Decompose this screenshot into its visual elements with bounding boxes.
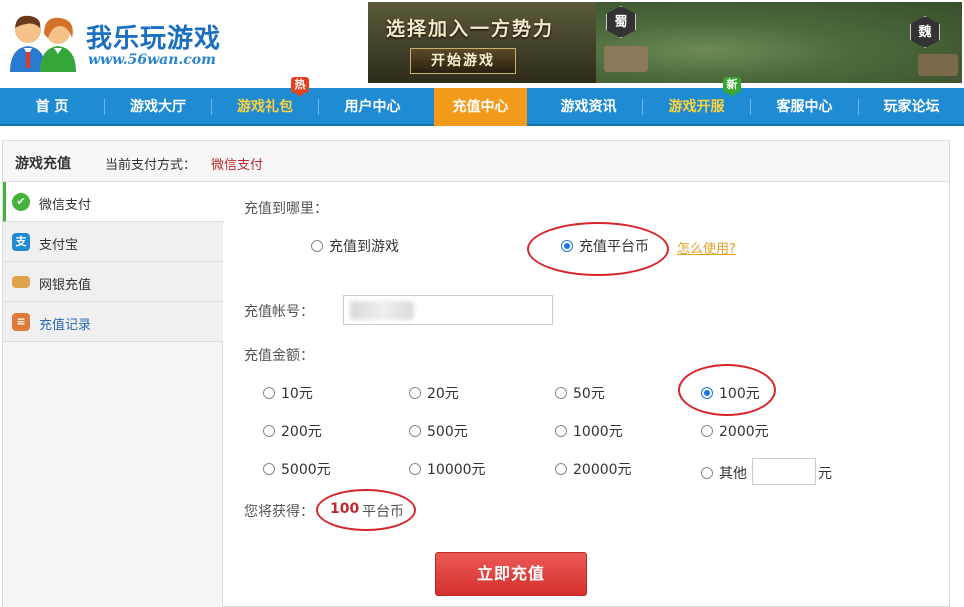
other-amount-input[interactable]	[752, 458, 816, 485]
nav-player-forum[interactable]: 玩家论坛	[859, 88, 964, 126]
radio-button[interactable]	[555, 387, 567, 399]
nav-recharge-center[interactable]: 充值中心	[434, 88, 527, 126]
alipay-icon: 支	[12, 233, 30, 251]
annotation-circle	[678, 364, 776, 416]
amount-option[interactable]: 10000元	[409, 459, 486, 479]
radio-button[interactable]	[701, 425, 713, 437]
radio-label: 5000元	[281, 462, 331, 478]
page-root: 我乐玩游戏 www.56wan.com 选择加入一方势力 开始游戏 蜀 魏 首 …	[0, 0, 964, 607]
sidebar-item-label: 充值记录	[39, 318, 92, 333]
radio-button[interactable]	[409, 463, 421, 475]
redacted-account-value	[350, 301, 414, 320]
sidebar-item-label: 网银充值	[39, 278, 92, 293]
hot-badge: 热	[291, 77, 309, 97]
amount-option[interactable]: 200元	[263, 421, 322, 441]
radio-label: 10元	[281, 386, 313, 402]
radio-label: 2000元	[719, 424, 769, 440]
radio-button[interactable]	[409, 387, 421, 399]
amount-label: 充值金额：	[244, 348, 314, 364]
site-header: 我乐玩游戏 www.56wan.com 选择加入一方势力 开始游戏 蜀 魏	[0, 0, 964, 88]
other-amount-unit: 元	[818, 466, 832, 482]
amount-option[interactable]: 2000元	[701, 421, 769, 441]
account-label: 充值帐号：	[244, 304, 314, 320]
radio-button[interactable]	[555, 425, 567, 437]
brand-name: 我乐玩游戏	[86, 24, 222, 54]
checkmark-icon: ✔	[12, 193, 30, 211]
amount-option[interactable]: 10元	[263, 383, 313, 403]
amount-option[interactable]: 5000元	[263, 459, 331, 479]
how-to-use-link[interactable]: 怎么使用?	[677, 238, 736, 257]
site-logo[interactable]: 我乐玩游戏 www.56wan.com	[6, 8, 246, 76]
nav-game-news[interactable]: 游戏资讯	[535, 88, 642, 126]
city-icon	[918, 54, 958, 76]
amount-option[interactable]: 20元	[409, 383, 459, 403]
radio-button[interactable]	[263, 387, 275, 399]
radio-label: 充值到游戏	[329, 239, 399, 255]
radio-label: 50元	[573, 386, 605, 402]
game-banner[interactable]: 选择加入一方势力 开始游戏 蜀 魏	[368, 2, 962, 83]
amount-option[interactable]: 50元	[555, 383, 605, 403]
radio-button[interactable]	[701, 467, 713, 479]
payment-method-label: 当前支付方式：	[105, 158, 197, 173]
start-game-button[interactable]: 开始游戏	[410, 48, 516, 74]
payment-method-value: 微信支付	[211, 158, 264, 173]
main-nav: 首 页 游戏大厅 游戏礼包 用户中心 充值中心 游戏资讯 游戏开服 客服中心 玩…	[0, 88, 964, 126]
city-icon	[604, 46, 648, 72]
nav-user-center[interactable]: 用户中心	[319, 88, 426, 126]
account-input[interactable]	[343, 295, 553, 325]
target-option-game[interactable]: 充值到游戏	[311, 236, 399, 256]
annotation-circle	[527, 222, 669, 276]
radio-button[interactable]	[409, 425, 421, 437]
banner-slogan: 选择加入一方势力	[386, 18, 555, 40]
recharge-now-button[interactable]: 立即充值	[435, 552, 587, 596]
target-label: 充值到哪里：	[244, 201, 328, 217]
radio-button[interactable]	[311, 240, 323, 252]
sidebar-item-wechat-pay[interactable]: ✔ 微信支付	[3, 182, 224, 222]
sidebar-item-label: 微信支付	[39, 198, 92, 213]
banner-slogan-area: 选择加入一方势力 开始游戏	[368, 2, 596, 83]
radio-label: 1000元	[573, 424, 623, 440]
sidebar-item-label: 支付宝	[39, 238, 79, 253]
radio-button[interactable]	[555, 463, 567, 475]
radio-label: 10000元	[427, 462, 486, 478]
mascot-icon	[10, 15, 76, 72]
new-badge: 新	[723, 77, 741, 97]
annotation-circle	[316, 489, 416, 531]
radio-button[interactable]	[263, 425, 275, 437]
radio-label: 200元	[281, 424, 322, 440]
recharge-panel: 游戏充值 当前支付方式： 微信支付 ✔ 微信支付 支 支付宝 网银充值 ≡ 充值…	[2, 140, 950, 607]
brand-url: www.56wan.com	[88, 52, 216, 68]
radio-button[interactable]	[263, 463, 275, 475]
amount-option[interactable]: 500元	[409, 421, 468, 441]
amount-option-other[interactable]: 其他	[701, 463, 747, 483]
radio-label: 500元	[427, 424, 468, 440]
payment-sidebar: ✔ 微信支付 支 支付宝 网银充值 ≡ 充值记录	[3, 182, 224, 607]
sidebar-item-online-banking[interactable]: 网银充值	[3, 262, 223, 302]
list-icon: ≡	[12, 313, 30, 331]
sidebar-item-recharge-records[interactable]: ≡ 充值记录	[3, 302, 223, 342]
bank-card-icon	[12, 276, 30, 288]
nav-home[interactable]: 首 页	[0, 88, 104, 126]
sidebar-item-alipay[interactable]: 支 支付宝	[3, 222, 223, 262]
nav-game-lobby[interactable]: 游戏大厅	[105, 88, 211, 126]
radio-label: 其他	[719, 466, 747, 482]
amount-option[interactable]: 1000元	[555, 421, 623, 441]
amount-option[interactable]: 20000元	[555, 459, 632, 479]
panel-header: 游戏充值 当前支付方式： 微信支付	[3, 141, 949, 182]
radio-label: 20000元	[573, 462, 632, 478]
panel-title: 游戏充值	[15, 156, 71, 172]
banner-map-image	[596, 2, 962, 83]
radio-label: 20元	[427, 386, 459, 402]
gain-label: 您将获得：	[244, 504, 314, 520]
nav-customer-service[interactable]: 客服中心	[751, 88, 858, 126]
